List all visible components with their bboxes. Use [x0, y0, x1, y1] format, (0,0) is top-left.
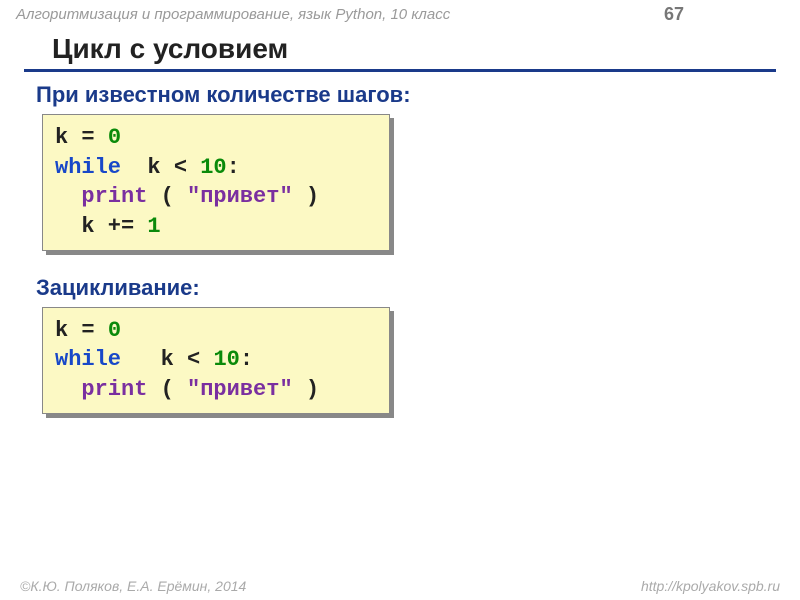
- breadcrumb: Алгоритмизация и программирование, язык …: [16, 6, 450, 23]
- slide-header: Алгоритмизация и программирование, язык …: [0, 0, 800, 27]
- code-content-1: k = 0 while k < 10: print ( "привет" ) k…: [42, 114, 390, 251]
- source-url: http://kpolyakov.spb.ru: [641, 578, 780, 594]
- code-block-2: k = 0 while k < 10: print ( "привет" ): [46, 311, 394, 418]
- page-number: 67: [664, 4, 684, 25]
- slide-footer: ©К.Ю. Поляков, Е.А. Ерёмин, 2014 http://…: [0, 578, 800, 594]
- section1-heading: При известном количестве шагов:: [36, 82, 800, 108]
- copyright-text: ©К.Ю. Поляков, Е.А. Ерёмин, 2014: [20, 578, 246, 594]
- section2-heading: Зацикливание:: [36, 275, 800, 301]
- slide-title: Цикл с условием: [24, 27, 776, 72]
- code-block-1: k = 0 while k < 10: print ( "привет" ) k…: [46, 118, 394, 255]
- code-content-2: k = 0 while k < 10: print ( "привет" ): [42, 307, 390, 414]
